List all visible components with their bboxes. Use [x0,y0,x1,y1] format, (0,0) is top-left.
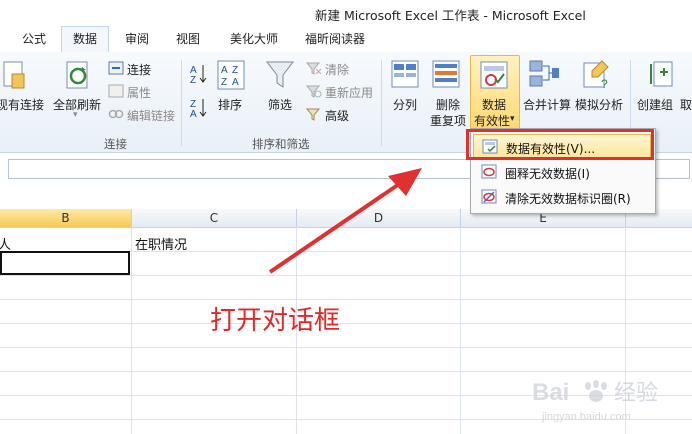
tab-data[interactable]: 数据 [61,26,110,53]
circle-invalid-icon [481,164,497,182]
sort-ascending-icon[interactable]: AZ [189,62,207,87]
connections-button[interactable]: 连接 [127,61,151,78]
sort-descending-icon[interactable]: ZA [189,96,207,121]
tab-view[interactable]: 视图 [176,30,200,47]
consolidate-icon [528,58,560,95]
sort-button[interactable]: 排序 [218,96,242,113]
tab-beautify[interactable]: 美化大师 [230,30,278,47]
column-gridline [131,227,132,434]
sort-dialog-icon: AZZA [217,60,245,93]
row-gridline [0,323,692,324]
group-label-sort-filter: 排序和筛选 [252,137,310,151]
annotation-text: 打开对话框 [210,306,341,336]
reapply-button[interactable]: 重新应用 [325,84,373,101]
tab-review[interactable]: 审阅 [125,30,149,47]
svg-text:?: ? [601,77,608,91]
consolidate-button[interactable]: 合并计算 [523,96,571,113]
ribbon-separator [381,60,382,146]
baidu-paw-logo-icon: Bai 经验 jingyan.baidu.com [532,379,658,423]
title-bar: 新建 Microsoft Excel 工作表 - Microsoft Excel [0,0,692,24]
tab-foxit-reader[interactable]: 福昕阅读器 [305,30,365,47]
data-validation-icon [479,60,509,93]
window-title: 新建 Microsoft Excel 工作表 - Microsoft Excel [315,8,586,23]
svg-text:Z: Z [232,65,238,76]
text-to-columns-button[interactable]: 分列 [393,96,417,113]
reapply-icon [305,84,322,101]
group-button[interactable]: 创建组 [637,96,673,113]
column-gridline [460,227,461,434]
svg-text:Z: Z [221,77,227,88]
data-validation-label-1[interactable]: 数据 [482,96,506,113]
refresh-dropdown-arrow-icon[interactable]: ▾ [73,110,78,120]
filter-button[interactable]: 筛选 [268,96,292,113]
annotation-arrow-icon [268,168,422,274]
remove-duplicates-icon [431,58,461,95]
existing-connections-button[interactable]: 现有连接 [0,96,44,113]
data-validation-dropdown-arrow-icon[interactable]: ▾ [510,114,515,124]
svg-text:A: A [221,65,228,76]
cell-c1[interactable]: 在职情况 [135,234,187,253]
row-gridline [0,347,692,348]
text-to-columns-icon [390,58,420,95]
menu-item-circle-invalid-data[interactable]: 圈释无效数据(I) [473,160,651,184]
filter-funnel-icon [265,58,295,95]
row-gridline [0,299,692,300]
selected-cell-b2[interactable] [0,251,130,275]
edit-links-button[interactable]: 编辑链接 [127,107,175,124]
menu-item-label: 圈释无效数据(I) [505,167,590,181]
refresh-all-icon [63,58,93,95]
svg-text:jingyan.baidu.com: jingyan.baidu.com [541,411,631,423]
svg-text:Bai: Bai [532,379,569,406]
advanced-filter-icon [305,107,322,124]
svg-text:经验: 经验 [614,381,658,406]
svg-text:A: A [232,77,239,88]
advanced-filter-button[interactable]: 高级 [325,107,349,124]
svg-text:Z: Z [190,75,196,84]
data-validation-label-2[interactable]: 有效性 [474,112,510,129]
properties-icon [108,84,124,101]
remove-duplicates-label-2[interactable]: 重复项 [430,112,466,129]
what-if-analysis-button[interactable]: 模拟分析 [575,96,623,113]
column-header-b[interactable]: B [0,209,132,228]
menu-item-clear-validation-circles[interactable]: 清除无效数据标识圈(R) [473,185,651,209]
existing-connections-icon [2,60,28,95]
svg-text:A: A [190,109,197,118]
clear-filter-button[interactable]: 清除 [325,61,349,78]
remove-duplicates-label-1[interactable]: 删除 [436,96,460,113]
group-outline-icon [648,58,676,95]
ribbon-separator [181,60,182,146]
connections-icon [108,61,124,78]
group-label-connections: 连接 [104,137,127,151]
ungroup-button[interactable]: 取 [680,96,692,113]
annotation-highlight-box [466,129,654,160]
clear-filter-icon [305,61,322,78]
tab-formulas[interactable]: 公式 [22,30,46,47]
menu-item-label: 清除无效数据标识圈(R) [505,192,631,206]
edit-links-icon [108,107,124,124]
what-if-analysis-icon: ? [582,58,612,95]
ribbon-tab-row: 公式 数据 审阅 视图 美化大师 福昕阅读器 [0,24,692,53]
properties-button[interactable]: 属性 [127,84,151,101]
clear-circles-icon [481,189,497,207]
baidu-jingyan-watermark: Bai 经验 jingyan.baidu.com [528,372,688,428]
